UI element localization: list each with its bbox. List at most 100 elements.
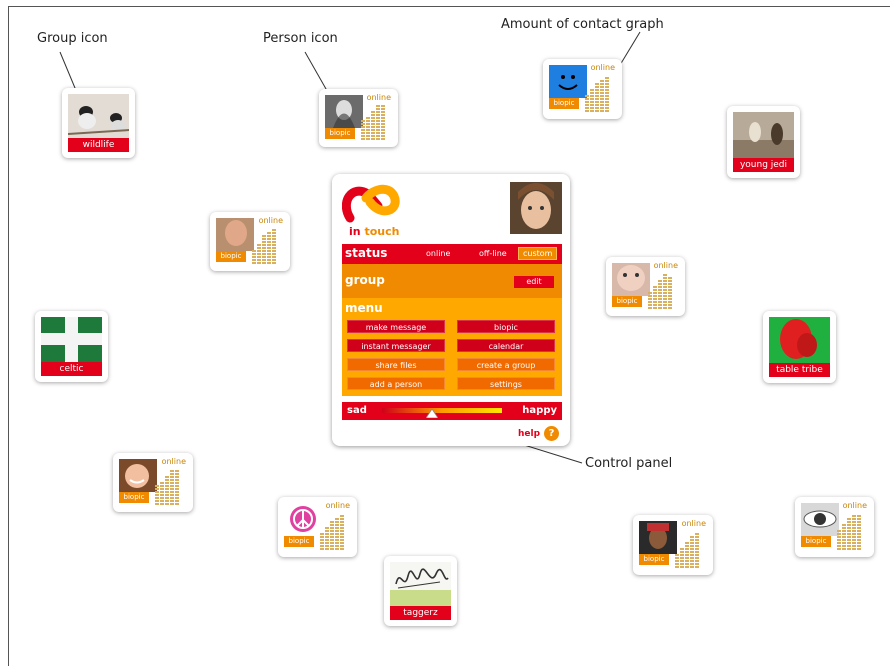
person-photo	[612, 263, 650, 296]
person-photo-eye	[801, 503, 839, 536]
contact-graph-dot	[605, 86, 609, 88]
contact-graph-dot	[600, 104, 604, 106]
help-icon[interactable]: ?	[544, 426, 559, 441]
contact-graph-dot	[335, 518, 339, 520]
contact-graph-dot	[685, 548, 689, 550]
contact-graph-dot	[847, 524, 851, 526]
contact-graph-dot	[381, 129, 385, 131]
contact-graph-dot	[663, 286, 667, 288]
contact-graph-dot	[605, 80, 609, 82]
biopic-button[interactable]: biopic	[639, 554, 669, 565]
biopic-button[interactable]: biopic	[325, 128, 355, 139]
group-card-taggerz[interactable]: taggerz	[384, 556, 457, 626]
calendar-button[interactable]: calendar	[457, 339, 555, 352]
biopic-button[interactable]: biopic	[284, 536, 314, 547]
contact-graph-dot	[160, 482, 164, 484]
add-person-button[interactable]: add a person	[347, 377, 445, 390]
contact-graph-dot	[605, 98, 609, 100]
contact-graph-dot	[585, 110, 589, 112]
contact-graph-dot	[366, 138, 370, 140]
contact-graph-dot	[371, 120, 375, 122]
create-group-button[interactable]: create a group	[457, 358, 555, 371]
status-online[interactable]: online	[426, 249, 450, 258]
contact-graph-dot	[330, 542, 334, 544]
contact-graph-dot	[658, 298, 662, 300]
person-card[interactable]: biopic online	[633, 515, 713, 575]
make-message-button[interactable]: make message	[347, 320, 445, 333]
contact-graph-dot	[165, 476, 169, 478]
instant-messager-button[interactable]: instant messager	[347, 339, 445, 352]
contact-graph-dot	[257, 244, 261, 246]
biopic-button[interactable]: biopic	[612, 296, 642, 307]
edit-group-button[interactable]: edit	[514, 276, 554, 288]
contact-graph-dot	[165, 494, 169, 496]
online-status: online	[653, 261, 678, 270]
person-card[interactable]: biopic online	[210, 212, 290, 271]
contact-graph-dot	[653, 292, 657, 294]
contact-graph-dot	[175, 470, 179, 472]
contact-graph-dot	[340, 545, 344, 547]
contact-graph-dot	[320, 536, 324, 538]
contact-graph-dot	[605, 77, 609, 79]
group-card-wildlife[interactable]: wildlife	[62, 88, 135, 158]
contact-graph-dot	[361, 120, 365, 122]
biopic-button[interactable]: biopic	[119, 492, 149, 503]
person-card[interactable]: biopic online	[543, 59, 622, 119]
person-card[interactable]: biopic online	[319, 89, 398, 147]
mood-slider-thumb[interactable]	[426, 409, 439, 418]
contact-graph-dot	[695, 533, 699, 535]
contact-graph-dot	[653, 286, 657, 288]
contact-graph-dot	[381, 135, 385, 137]
callout-control-panel: Control panel	[585, 456, 673, 471]
biopic-menu-button[interactable]: biopic	[457, 320, 555, 333]
contact-graph-dot	[170, 476, 174, 478]
person-card[interactable]: biopic online	[606, 257, 685, 316]
group-label: wildlife	[68, 138, 129, 152]
person-card[interactable]: biopic online	[278, 497, 357, 557]
contact-graph-dot	[600, 95, 604, 97]
contact-graph-dot	[595, 92, 599, 94]
contact-graph-dot	[685, 563, 689, 565]
contact-graph-dot	[175, 503, 179, 505]
person-card[interactable]: biopic online	[113, 453, 193, 512]
person-card[interactable]: biopic online	[795, 497, 874, 557]
contact-graph-dot	[175, 482, 179, 484]
help-label[interactable]: help	[518, 429, 540, 439]
contact-graph-dot	[595, 110, 599, 112]
contact-graph-dot	[695, 560, 699, 562]
biopic-button[interactable]: biopic	[549, 98, 579, 109]
contact-graph-dot	[605, 95, 609, 97]
contact-graph-dot	[361, 132, 365, 134]
contact-graph-dot	[852, 530, 856, 532]
group-card-young-jedi[interactable]: young jedi	[727, 106, 800, 178]
contact-graph-dot	[252, 262, 256, 264]
contact-graph-dot	[272, 235, 276, 237]
online-status: online	[161, 457, 186, 466]
contact-graph-dot	[335, 533, 339, 535]
biopic-button[interactable]: biopic	[801, 536, 831, 547]
contact-graph-dot	[837, 533, 841, 535]
contact-graph-dot	[267, 259, 271, 261]
contact-graph-dot	[590, 110, 594, 112]
contact-graph-dot	[330, 527, 334, 529]
contact-graph-dot	[376, 114, 380, 116]
group-card-table-tribe[interactable]: table tribe	[763, 311, 836, 383]
contact-graph-dot	[847, 539, 851, 541]
person-photo	[325, 95, 363, 128]
contact-graph-dot	[847, 530, 851, 532]
control-panel: in touch status online off-line custom g…	[332, 174, 570, 446]
status-offline[interactable]: off-line	[479, 249, 507, 258]
share-files-button[interactable]: share files	[347, 358, 445, 371]
group-card-celtic[interactable]: celtic	[35, 311, 108, 382]
settings-button[interactable]: settings	[457, 377, 555, 390]
user-avatar[interactable]	[510, 182, 562, 234]
status-custom[interactable]: custom	[518, 247, 558, 260]
mood-slider[interactable]	[382, 408, 502, 413]
contact-graph-dot	[376, 126, 380, 128]
biopic-button[interactable]: biopic	[216, 251, 246, 262]
contact-graph-dot	[340, 539, 344, 541]
contact-graph-dot	[257, 247, 261, 249]
contact-graph	[252, 229, 276, 264]
contact-graph-dot	[685, 554, 689, 556]
contact-graph-dot	[852, 545, 856, 547]
